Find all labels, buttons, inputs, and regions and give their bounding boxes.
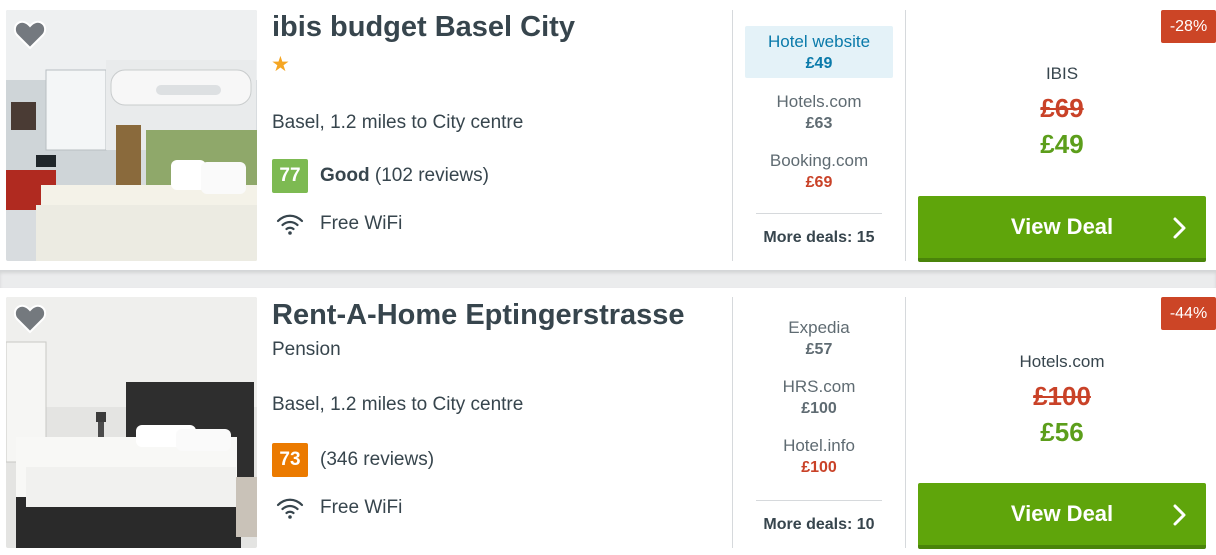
alt-price: £100 xyxy=(801,400,837,417)
rating-block[interactable]: 77 Good (102 reviews) xyxy=(272,159,489,193)
chevron-right-icon xyxy=(1173,504,1186,526)
hotel-location: Basel, 1.2 miles to City centre xyxy=(272,112,524,133)
discount-badge: -44% xyxy=(1161,297,1216,330)
wifi-icon xyxy=(276,498,304,519)
rating-word: Good xyxy=(320,165,370,186)
hotel-room-image xyxy=(6,297,257,548)
alt-provider: Hotels.com xyxy=(776,92,862,111)
main-deal-provider: Hotels.com xyxy=(1019,352,1105,371)
chevron-right-icon xyxy=(1173,217,1186,239)
heart-icon[interactable] xyxy=(14,20,46,50)
view-deal-button[interactable]: View Deal xyxy=(918,483,1206,549)
divider xyxy=(756,500,882,501)
alt-deal-hrs-com[interactable]: HRS.com £100 xyxy=(745,377,893,418)
amenity-wifi: Free WiFi xyxy=(276,494,402,522)
hotel-type: Pension xyxy=(272,339,341,360)
alt-deal-booking-com[interactable]: Booking.com £69 xyxy=(745,151,893,192)
alt-deal-expedia[interactable]: Expedia £57 xyxy=(745,318,893,359)
review-count: (102 reviews) xyxy=(374,165,489,186)
alt-deal-hotels-com[interactable]: Hotels.com £63 xyxy=(745,92,893,133)
divider xyxy=(732,297,733,548)
hotel-name[interactable]: Rent-A-Home Eptingerstrasse xyxy=(272,299,685,332)
amenity-wifi: Free WiFi xyxy=(276,210,402,238)
wifi-icon xyxy=(276,214,304,235)
star-icon: ★ xyxy=(271,53,290,76)
review-count: (346 reviews) xyxy=(320,449,435,470)
amenity-label: Free WiFi xyxy=(320,213,403,234)
alt-provider: Hotel website xyxy=(767,32,871,51)
old-price-value: £69 xyxy=(1040,93,1084,123)
card-separator xyxy=(0,270,1216,288)
rating-score: 73 xyxy=(272,443,308,477)
alt-price: £63 xyxy=(805,115,833,132)
divider xyxy=(732,10,733,261)
more-deals-link[interactable]: More deals: 10 xyxy=(756,516,882,534)
alt-price: £100 xyxy=(801,459,837,476)
hotel-name[interactable]: ibis budget Basel City xyxy=(272,11,575,44)
new-price: £56 xyxy=(1040,417,1084,447)
divider xyxy=(756,213,882,214)
divider xyxy=(905,10,906,261)
alt-provider: HRS.com xyxy=(782,377,856,396)
hotel-card-2: Rent-A-Home Eptingerstrasse Pension Base… xyxy=(0,288,1216,555)
rating-text: Good (102 reviews) xyxy=(320,165,489,187)
view-deal-label: View Deal xyxy=(1010,214,1114,239)
alt-price: £57 xyxy=(805,341,833,358)
old-price-value: £100 xyxy=(1033,381,1091,411)
alt-provider: Booking.com xyxy=(769,151,869,170)
hotel-location: Basel, 1.2 miles to City centre xyxy=(272,394,524,415)
rating-score: 77 xyxy=(272,159,308,193)
old-price: £100 xyxy=(918,381,1206,412)
main-deal-provider: IBIS xyxy=(1045,64,1079,83)
new-price: £49 xyxy=(1040,129,1084,159)
hotel-card-1: ibis budget Basel City ★ Basel, 1.2 mile… xyxy=(0,0,1216,270)
more-deals-link[interactable]: More deals: 15 xyxy=(756,229,882,247)
view-deal-button[interactable]: View Deal xyxy=(918,196,1206,262)
view-deal-label: View Deal xyxy=(1010,501,1114,526)
divider xyxy=(905,297,906,548)
discount-badge: -28% xyxy=(1161,10,1216,43)
rating-text: (346 reviews) xyxy=(320,449,434,471)
rating-block[interactable]: 73 (346 reviews) xyxy=(272,443,434,477)
alt-provider: Hotel.info xyxy=(783,436,855,455)
heart-icon[interactable] xyxy=(14,304,46,334)
alt-price: £49 xyxy=(805,55,833,72)
hotel-photo[interactable] xyxy=(6,297,257,548)
alt-price: £69 xyxy=(805,174,833,191)
alt-deal-hotel-info[interactable]: Hotel.info £100 xyxy=(745,436,893,477)
old-price: £69 xyxy=(918,93,1206,124)
alt-deal-hotel-website[interactable]: Hotel website £49 xyxy=(745,26,893,78)
amenity-label: Free WiFi xyxy=(320,497,403,518)
alt-provider: Expedia xyxy=(788,318,850,337)
